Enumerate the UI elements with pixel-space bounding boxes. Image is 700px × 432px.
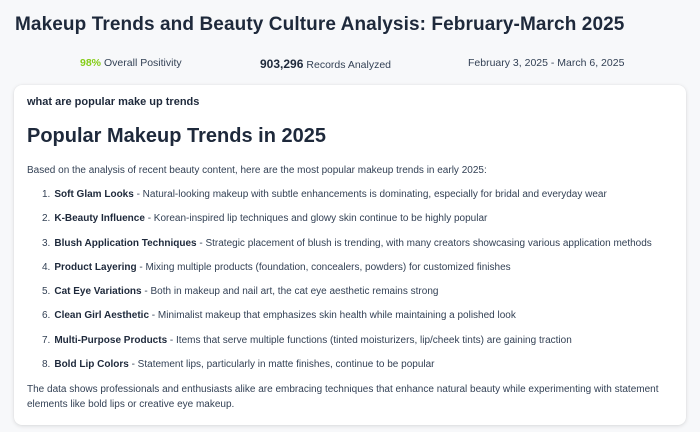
trend-name: Clean Girl Aesthetic (54, 310, 150, 322)
trend-description: - Both in makeup and nail art, the cat e… (141, 286, 439, 298)
trend-description: - Items that serve multiple functions (t… (167, 334, 572, 346)
trend-description: - Korean-inspired lip techniques and glo… (144, 213, 488, 225)
trend-name: Multi-Purpose Products (54, 334, 168, 346)
trend-number: 2. (42, 213, 51, 225)
positivity-value: 98% (80, 57, 102, 69)
trend-number: 5. (42, 286, 51, 298)
trend-description: - Natural-looking makeup with subtle enh… (133, 189, 607, 200)
trend-item: 2. K-Beauty Influence - Korean-inspired l… (42, 213, 682, 237)
trend-item: 8. Bold Lip Colors - Statement lips, part… (42, 359, 682, 383)
trend-name: Bold Lip Colors (54, 359, 129, 371)
records-label: Records Analyzed (306, 59, 392, 71)
query-text: what are popular make up trends (27, 96, 200, 108)
positivity-stat: 98% Overall Positivity (80, 57, 182, 69)
answer-card: what are popular make up trends Popular … (14, 85, 686, 425)
answer-conclusion: The data shows professionals and enthusi… (27, 384, 659, 410)
trend-item: 5. Cat Eye Variations - Both in makeup an… (42, 286, 682, 310)
trend-item: 4. Product Layering - Mixing multiple pro… (42, 262, 682, 286)
records-value: 903,296 (260, 57, 304, 71)
page-title: Makeup Trends and Beauty Culture Analysi… (15, 14, 625, 35)
trend-description: - Minimalist makeup that emphasizes skin… (149, 310, 516, 322)
trend-number: 4. (42, 261, 51, 273)
trend-description: - Strategic placement of blush is trendi… (196, 237, 652, 249)
trend-number: 7. (42, 334, 51, 346)
date-range: February 3, 2025 - March 6, 2025 (468, 57, 625, 69)
trend-item: 3. Blush Application Techniques - Strateg… (42, 238, 682, 262)
page: Makeup Trends and Beauty Culture Analysi… (0, 0, 700, 432)
positivity-label: Overall Positivity (104, 57, 182, 69)
trend-name: Product Layering (54, 261, 137, 273)
stats-bar: 98% Overall Positivity 903,296 Records Ana… (0, 57, 700, 71)
answer-intro: Based on the analysis of recent beauty c… (27, 165, 487, 176)
trend-name: Soft Glam Looks (54, 189, 134, 200)
trend-description: - Statement lips, particularly in matte … (128, 359, 435, 371)
trend-item: 7. Multi-Purpose Products - Items that se… (42, 335, 682, 359)
trend-number: 6. (42, 310, 51, 322)
trend-list: 1. Soft Glam Looks - Natural-looking make… (42, 189, 682, 383)
trend-item: 1. Soft Glam Looks - Natural-looking make… (42, 189, 682, 213)
trend-name: Cat Eye Variations (54, 286, 142, 298)
trend-name: Blush Application Techniques (54, 237, 197, 249)
trend-item: 6. Clean Girl Aesthetic - Minimalist make… (42, 310, 682, 334)
answer-heading: Popular Makeup Trends in 2025 (27, 125, 326, 147)
trend-number: 1. (42, 189, 51, 200)
trend-description: - Mixing multiple products (foundation, … (136, 261, 511, 273)
records-stat: 903,296 Records Analyzed (260, 57, 391, 71)
trend-number: 3. (42, 237, 51, 249)
trend-name: K-Beauty Influence (54, 213, 145, 225)
trend-number: 8. (42, 359, 51, 371)
